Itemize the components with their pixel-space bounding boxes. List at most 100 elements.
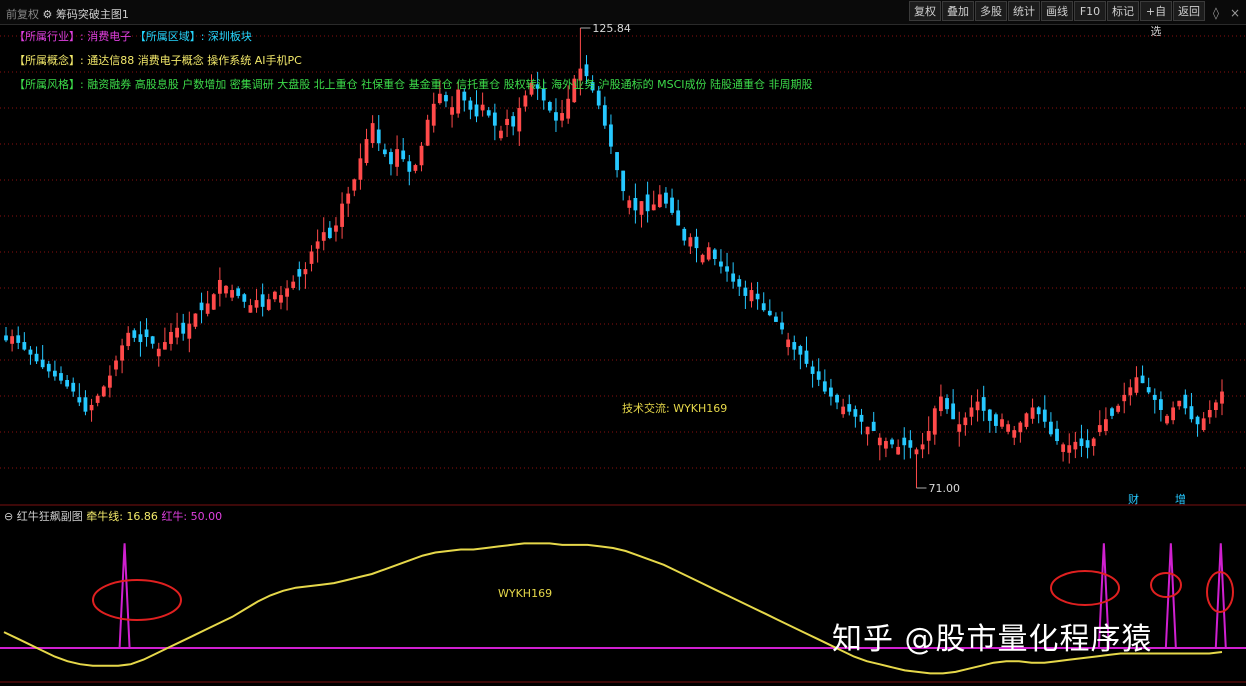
candle-body-184: [1128, 387, 1133, 396]
candle-body-143: [877, 437, 882, 446]
candle-body-40: [248, 305, 253, 313]
candle-body-181: [1110, 408, 1114, 416]
low-label: 71.00: [928, 482, 960, 495]
candle-body-158: [969, 407, 974, 417]
candle-body-72: [444, 95, 448, 102]
candle-body-55: [340, 203, 344, 227]
candle-body-154: [945, 398, 949, 410]
candle-body-51: [315, 241, 320, 249]
candle-body-32: [199, 302, 204, 311]
info-row-1-text-0: 【所属概念】:: [14, 54, 88, 67]
candle-body-10: [65, 380, 69, 387]
candle-body-38: [236, 288, 241, 296]
candle-body-137: [841, 406, 846, 415]
candle-body-161: [987, 409, 992, 421]
candle-body-131: [804, 350, 809, 364]
candle-body-120: [737, 279, 742, 287]
candle-body-183: [1122, 394, 1127, 402]
candle-body-125: [767, 310, 772, 316]
candle-body-24: [150, 336, 155, 344]
candle-body-105: [645, 194, 650, 212]
candle-body-21: [132, 330, 137, 338]
candle-body-134: [822, 381, 827, 392]
info-row-0-text-0: 【所属行业】:: [14, 30, 88, 43]
candle-body-119: [731, 273, 736, 282]
candle-body-150: [920, 444, 925, 450]
collapse-icon[interactable]: ⊖: [4, 510, 13, 523]
candle-body-29: [181, 322, 186, 334]
candle-body-89: [547, 102, 552, 111]
candle-body-42: [260, 294, 265, 307]
candle-body-107: [657, 194, 662, 208]
candle-body-99: [609, 124, 613, 147]
candle-body-147: [902, 437, 907, 446]
candle-body-71: [437, 93, 442, 104]
info-row-2-text-1: 融资融券 高股息股 户数增加 密集调研 大盘股 北上重仓 社保重仓 基金重仓 信…: [87, 78, 813, 91]
candle-body-193: [1183, 394, 1188, 409]
candle-body-11: [71, 382, 76, 392]
candle-body-62: [382, 149, 387, 155]
candle-body-90: [554, 112, 558, 121]
signal-circle-2: [1150, 572, 1182, 598]
candle-body-102: [627, 200, 632, 208]
candle-body-70: [431, 103, 436, 126]
candle-body-149: [914, 449, 919, 455]
info-row-1-text-1: 通达信88 消费电子概念 操作系统 AI手机PC: [87, 54, 302, 67]
candlestick-chart[interactable]: 125.84 71.00 技术交流: WYKH169 财 增 WYKH169: [0, 0, 1246, 686]
candle-body-52: [321, 232, 326, 241]
candle-body-155: [951, 403, 956, 420]
candle-body-130: [798, 346, 803, 355]
candle-body-133: [816, 371, 821, 380]
sub-panel-name[interactable]: 红牛狂飙副图: [17, 510, 83, 523]
candle-body-170: [1042, 409, 1047, 422]
candle-body-138: [847, 404, 852, 412]
candle-body-49: [303, 269, 308, 275]
candle-body-12: [77, 397, 82, 403]
candle-body-34: [211, 294, 216, 310]
candle-body-81: [499, 130, 503, 139]
candle-body-1: [10, 336, 15, 344]
line-label: 牵牛线:: [86, 510, 123, 523]
candle-body-65: [401, 150, 406, 160]
candle-body-80: [492, 112, 497, 126]
candle-body-142: [871, 421, 876, 431]
candle-body-95: [584, 64, 589, 77]
candle-body-67: [413, 165, 418, 171]
candle-body-74: [456, 89, 461, 114]
candle-body-136: [835, 394, 839, 403]
candle-body-135: [829, 387, 833, 397]
candle-body-15: [95, 395, 100, 403]
tech-exchange-text: 技术交流: WYKH169: [622, 401, 727, 415]
bull-value: 50.00: [190, 510, 223, 523]
candle-body-185: [1134, 377, 1139, 393]
bull-spike-3: [1214, 543, 1227, 649]
candle-body-106: [651, 204, 656, 211]
candle-body-167: [1024, 413, 1029, 427]
candle-body-188: [1152, 394, 1157, 400]
candle-body-118: [725, 266, 729, 272]
candle-body-77: [474, 104, 479, 117]
candle-body-152: [932, 408, 937, 435]
info-row-2-text-0: 【所属风格】:: [14, 78, 88, 91]
candle-body-30: [187, 323, 192, 339]
candle-body-171: [1049, 421, 1053, 435]
candle-body-58: [358, 158, 363, 180]
candle-body-124: [761, 303, 766, 311]
candle-body-73: [450, 107, 454, 115]
candle-body-195: [1195, 416, 1200, 425]
candle-body-111: [682, 228, 687, 241]
candle-body-187: [1146, 387, 1151, 393]
candle-body-123: [755, 293, 760, 300]
candle-body-33: [205, 303, 210, 314]
candle-body-159: [975, 401, 980, 411]
candle-body-3: [22, 342, 27, 350]
candle-body-84: [517, 108, 522, 132]
candle-body-108: [664, 192, 668, 204]
candle-body-7: [46, 363, 51, 372]
candle-body-17: [107, 375, 112, 388]
info-row-0-text-3: 深圳板块: [207, 30, 252, 43]
candle-body-166: [1018, 422, 1023, 433]
candle-body-64: [395, 149, 399, 167]
high-label: 125.84: [592, 22, 631, 35]
candle-body-28: [175, 327, 179, 338]
